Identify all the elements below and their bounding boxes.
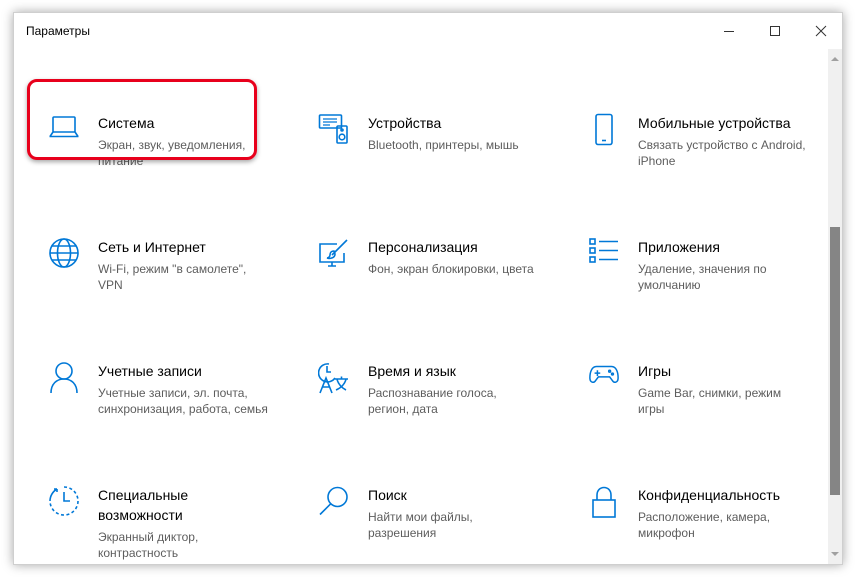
apps-list-icon bbox=[588, 237, 620, 271]
maximize-icon bbox=[770, 26, 780, 36]
close-icon bbox=[815, 25, 827, 37]
tile-description: Распознавание голоса, bbox=[368, 386, 497, 400]
globe-icon bbox=[48, 237, 80, 271]
close-button[interactable] bbox=[798, 13, 842, 49]
tile-accounts[interactable]: Учетные записи Учетные записи, эл. почта… bbox=[48, 361, 298, 451]
tile-label: Учетные записи bbox=[98, 363, 202, 379]
tile-time-language[interactable]: Время и язык Распознавание голоса, регио… bbox=[318, 361, 568, 451]
tile-description: игры bbox=[638, 402, 665, 416]
tile-description: Расположение, камера, bbox=[638, 510, 771, 524]
settings-window: Параметры Система Экран, звук, уведомлен… bbox=[13, 12, 843, 565]
tile-description: Wi-Fi, режим "в самолете", bbox=[98, 262, 247, 276]
minimize-icon bbox=[724, 31, 734, 32]
tile-accessibility[interactable]: Специальные возможности Экранный диктор,… bbox=[48, 485, 298, 564]
tile-description: Экран, звук, уведомления, bbox=[98, 138, 246, 152]
tile-devices[interactable]: Устройства Bluetooth, принтеры, мышь bbox=[318, 113, 568, 203]
tile-gaming[interactable]: Игры Game Bar, снимки, режим игры bbox=[588, 361, 838, 451]
tile-privacy[interactable]: Конфиденциальность Расположение, камера,… bbox=[588, 485, 838, 564]
tile-description: Экранный диктор, bbox=[98, 530, 199, 544]
tile-mobile-devices[interactable]: Мобильные устройства Связать устройство … bbox=[588, 113, 838, 203]
tile-label: Мобильные устройства bbox=[638, 115, 791, 131]
tile-description: iPhone bbox=[638, 154, 676, 168]
tile-description: Учетные записи, эл. почта, bbox=[98, 386, 248, 400]
paint-icon bbox=[318, 237, 350, 271]
tile-description: контрастность bbox=[98, 546, 179, 560]
tile-network[interactable]: Сеть и Интернет Wi-Fi, режим "в самолете… bbox=[48, 237, 298, 327]
tile-description: синхронизация, работа, семья bbox=[98, 402, 268, 416]
tile-description: Удаление, значения по bbox=[638, 262, 767, 276]
time-language-icon bbox=[318, 361, 350, 395]
tile-description: Bluetooth, принтеры, мышь bbox=[368, 138, 519, 152]
tile-label: Персонализация bbox=[368, 239, 478, 255]
tile-label: Приложения bbox=[638, 239, 720, 255]
chevron-up-icon bbox=[831, 57, 839, 61]
tile-description: микрофон bbox=[638, 526, 695, 540]
gamepad-icon bbox=[588, 361, 620, 395]
tile-search[interactable]: Поиск Найти мои файлы, разрешения bbox=[318, 485, 568, 564]
tile-label-line2: возможности bbox=[98, 507, 183, 523]
tile-label: Специальные bbox=[98, 487, 189, 503]
tile-label: Поиск bbox=[368, 487, 407, 503]
tile-label: Сеть и Интернет bbox=[98, 239, 206, 255]
scroll-up-button[interactable] bbox=[828, 51, 842, 67]
tile-personalization[interactable]: Персонализация Фон, экран блокировки, цв… bbox=[318, 237, 568, 327]
tile-label: Система bbox=[98, 115, 155, 131]
tile-system[interactable]: Система Экран, звук, уведомления, питани… bbox=[48, 113, 298, 203]
tile-label: Игры bbox=[638, 363, 672, 379]
tile-description: Связать устройство с Android, bbox=[638, 138, 806, 152]
tile-description: VPN bbox=[98, 278, 123, 292]
tile-description: Фон, экран блокировки, цвета bbox=[368, 262, 534, 276]
vertical-scrollbar[interactable] bbox=[828, 49, 842, 564]
phone-icon bbox=[588, 113, 620, 147]
tile-description: Game Bar, снимки, режим bbox=[638, 386, 782, 400]
window-title: Параметры bbox=[26, 24, 90, 38]
person-icon bbox=[48, 361, 80, 395]
scroll-thumb[interactable] bbox=[830, 227, 840, 495]
tile-label: Конфиденциальность bbox=[638, 487, 781, 503]
tile-label: Устройства bbox=[368, 115, 442, 131]
title-bar[interactable]: Параметры bbox=[14, 13, 842, 49]
search-icon bbox=[318, 485, 350, 519]
devices-icon bbox=[318, 113, 350, 147]
tile-description: Найти мои файлы, bbox=[368, 510, 473, 524]
tile-description: регион, дата bbox=[368, 402, 438, 416]
tile-description: разрешения bbox=[368, 526, 437, 540]
scroll-down-button[interactable] bbox=[828, 546, 842, 562]
lock-icon bbox=[588, 485, 620, 519]
accessibility-icon bbox=[48, 485, 80, 519]
laptop-icon bbox=[48, 113, 80, 147]
tile-label: Время и язык bbox=[368, 363, 456, 379]
minimize-button[interactable] bbox=[706, 13, 752, 49]
tile-apps[interactable]: Приложения Удаление, значения по умолчан… bbox=[588, 237, 838, 327]
chevron-down-icon bbox=[831, 552, 839, 556]
tile-description: умолчанию bbox=[638, 278, 701, 292]
settings-home: Система Экран, звук, уведомления, питани… bbox=[14, 49, 828, 564]
maximize-button[interactable] bbox=[752, 13, 798, 49]
tile-description: питание bbox=[98, 154, 144, 168]
